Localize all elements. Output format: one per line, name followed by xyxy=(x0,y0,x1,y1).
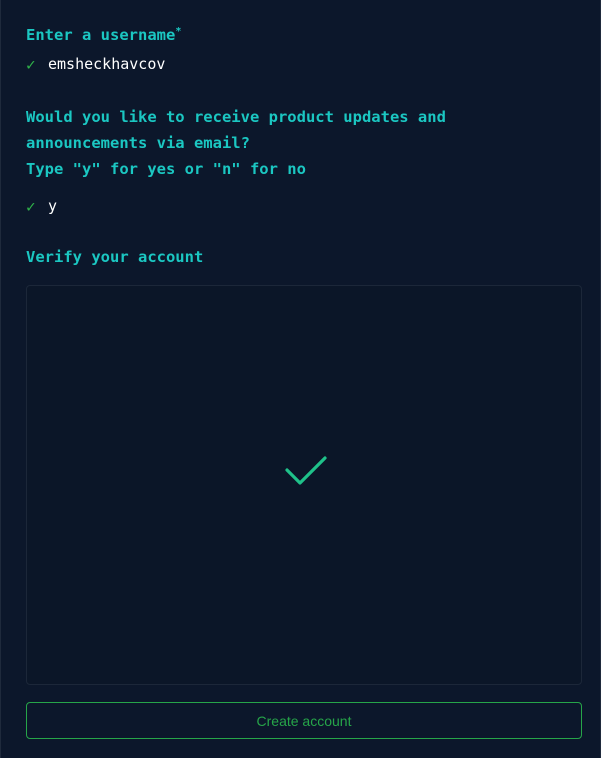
updates-value: y xyxy=(48,197,58,215)
username-value: emsheckhavcov xyxy=(48,55,166,73)
updates-check-icon: ✓ xyxy=(26,196,36,216)
updates-answer: ✓ y xyxy=(26,195,57,217)
verify-prompt: Verify your account xyxy=(26,248,204,266)
updates-prompt-line2: announcements via email? xyxy=(26,134,250,152)
updates-prompt: Would you like to receive product update… xyxy=(26,104,446,182)
create-account-button[interactable]: Create account xyxy=(26,702,582,739)
updates-prompt-line3: Type "y" for yes or "n" for no xyxy=(26,160,306,178)
signup-panel: Enter a username* ✓ emsheckhavcov Would … xyxy=(0,0,601,758)
username-prompt: Enter a username* xyxy=(26,22,181,48)
updates-prompt-line1: Would you like to receive product update… xyxy=(26,108,446,126)
username-answer: ✓ emsheckhavcov xyxy=(26,53,165,75)
verification-widget[interactable] xyxy=(26,285,582,685)
checkmark-icon xyxy=(285,456,327,485)
required-marker: * xyxy=(175,25,182,37)
username-prompt-label: Enter a username xyxy=(26,26,176,44)
username-check-icon: ✓ xyxy=(26,54,36,74)
